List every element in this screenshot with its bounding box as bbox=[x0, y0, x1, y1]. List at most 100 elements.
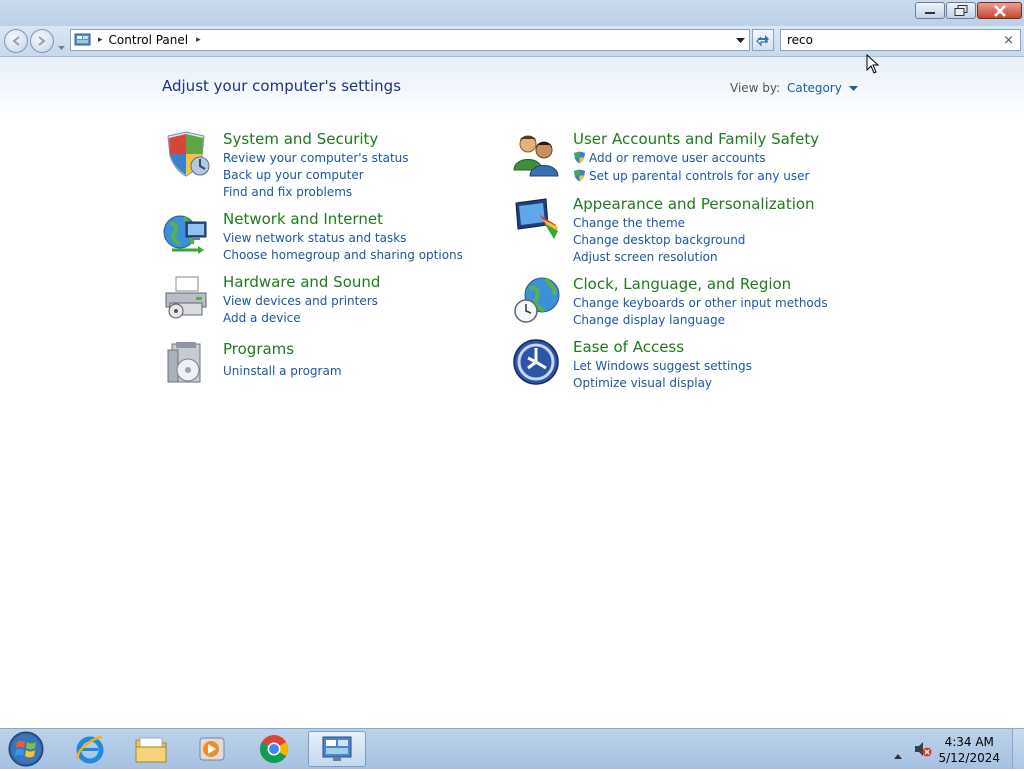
folder-icon bbox=[135, 737, 167, 763]
link-find-fix-problems[interactable]: Find and fix problems bbox=[223, 183, 409, 200]
printer-icon bbox=[165, 276, 207, 319]
navigation-bar: ▸ Control Panel ▸ reco × bbox=[0, 26, 1024, 57]
forward-button[interactable] bbox=[30, 29, 54, 53]
users-icon bbox=[513, 135, 559, 177]
uac-shield-icon bbox=[573, 151, 586, 164]
link-network-status[interactable]: View network status and tasks bbox=[223, 229, 463, 246]
clock-date: 5/12/2024 bbox=[938, 751, 1000, 765]
control-panel-icon bbox=[322, 736, 352, 761]
minimize-icon bbox=[925, 11, 935, 14]
category-title[interactable]: Hardware and Sound bbox=[223, 273, 380, 291]
search-input[interactable]: reco bbox=[787, 33, 1003, 47]
link-uninstall-program[interactable]: Uninstall a program bbox=[223, 362, 342, 379]
breadcrumb-separator-icon[interactable]: ▸ bbox=[98, 35, 103, 45]
programs-icon bbox=[167, 342, 201, 383]
globe-clock-icon bbox=[514, 277, 560, 323]
category-title[interactable]: System and Security bbox=[223, 130, 378, 148]
monitor-paint-icon bbox=[515, 198, 558, 239]
link-optimize-visual[interactable]: Optimize visual display bbox=[573, 374, 752, 391]
category-links: View devices and printers Add a device bbox=[223, 292, 378, 326]
link-keyboards-input[interactable]: Change keyboards or other input methods bbox=[573, 294, 828, 311]
control-panel-content: Adjust your computer's settings View by:… bbox=[0, 57, 1024, 728]
breadcrumb-control-panel[interactable]: Control Panel bbox=[109, 33, 189, 47]
search-box: reco × bbox=[780, 29, 1021, 51]
taskbar-control-panel[interactable] bbox=[308, 731, 366, 767]
volume-muted-button[interactable] bbox=[914, 741, 932, 761]
ease-of-access-icon bbox=[513, 339, 559, 385]
category-title[interactable]: Programs bbox=[223, 340, 294, 358]
minimize-button[interactable] bbox=[915, 2, 945, 19]
shield-icon bbox=[167, 131, 210, 177]
taskbar-file-explorer[interactable] bbox=[125, 731, 177, 767]
chevron-down-icon bbox=[736, 38, 745, 43]
show-hidden-icons-button[interactable] bbox=[894, 744, 902, 763]
start-button[interactable] bbox=[6, 731, 46, 767]
view-by-value: Category bbox=[787, 81, 842, 95]
control-panel-icon bbox=[74, 33, 91, 46]
link-desktop-background[interactable]: Change desktop background bbox=[573, 231, 745, 248]
close-icon bbox=[993, 4, 1006, 17]
category-links: View network status and tasks Choose hom… bbox=[223, 229, 463, 263]
speaker-muted-icon bbox=[915, 742, 932, 757]
chevron-down-icon bbox=[848, 86, 858, 91]
refresh-icon bbox=[756, 35, 769, 47]
back-arrow-icon bbox=[12, 36, 20, 46]
taskbar: 4:34 AM 5/12/2024 bbox=[0, 728, 1024, 769]
restore-button[interactable] bbox=[946, 2, 976, 19]
link-change-theme[interactable]: Change the theme bbox=[573, 214, 745, 231]
network-globe-icon bbox=[163, 215, 207, 254]
show-desktop-button[interactable] bbox=[1012, 729, 1024, 769]
link-review-status[interactable]: Review your computer's status bbox=[223, 149, 409, 166]
clear-search-button[interactable]: × bbox=[1003, 33, 1014, 48]
category-links: Change keyboards or other input methods … bbox=[573, 294, 828, 328]
link-text: Set up parental controls for any user bbox=[589, 168, 810, 183]
link-suggest-settings[interactable]: Let Windows suggest settings bbox=[573, 357, 752, 374]
category-links: Review your computer's status Back up yo… bbox=[223, 149, 409, 200]
breadcrumb-chevron-icon[interactable]: ▸ bbox=[196, 35, 201, 45]
mouse-cursor-icon bbox=[866, 54, 880, 74]
category-links: Change the theme Change desktop backgrou… bbox=[573, 214, 745, 265]
close-button[interactable] bbox=[977, 2, 1022, 19]
window-controls bbox=[914, 2, 1022, 19]
category-title[interactable]: Ease of Access bbox=[573, 338, 684, 356]
link-display-language[interactable]: Change display language bbox=[573, 311, 828, 328]
title-bar bbox=[0, 0, 1024, 26]
category-links: Add or remove user accounts Set up paren… bbox=[573, 149, 809, 184]
link-back-up[interactable]: Back up your computer bbox=[223, 166, 409, 183]
link-devices-printers[interactable]: View devices and printers bbox=[223, 292, 378, 309]
chevron-down-icon bbox=[58, 46, 65, 50]
chevron-up-icon bbox=[894, 754, 902, 759]
category-title[interactable]: Appearance and Personalization bbox=[573, 195, 815, 213]
category-links: Uninstall a program bbox=[223, 362, 342, 379]
media-player-icon bbox=[199, 737, 225, 761]
address-dropdown-button[interactable] bbox=[736, 33, 745, 47]
taskbar-internet-explorer[interactable] bbox=[64, 731, 116, 767]
link-parental-controls[interactable]: Set up parental controls for any user bbox=[573, 167, 809, 184]
category-title[interactable]: User Accounts and Family Safety bbox=[573, 130, 819, 148]
system-clock[interactable]: 4:34 AM 5/12/2024 bbox=[938, 734, 1000, 766]
taskbar-chrome[interactable] bbox=[248, 731, 300, 767]
link-add-device[interactable]: Add a device bbox=[223, 309, 378, 326]
page-title: Adjust your computer's settings bbox=[162, 77, 402, 95]
forward-arrow-icon bbox=[38, 36, 46, 46]
uac-shield-icon bbox=[573, 169, 586, 182]
back-button[interactable] bbox=[4, 29, 28, 53]
category-title[interactable]: Clock, Language, and Region bbox=[573, 275, 791, 293]
view-by-dropdown[interactable]: Category bbox=[787, 81, 858, 95]
address-bar[interactable]: ▸ Control Panel ▸ bbox=[70, 29, 750, 51]
link-screen-resolution[interactable]: Adjust screen resolution bbox=[573, 248, 745, 265]
link-add-remove-accounts[interactable]: Add or remove user accounts bbox=[573, 149, 809, 166]
refresh-button[interactable] bbox=[752, 29, 774, 51]
clock-time: 4:34 AM bbox=[944, 735, 994, 749]
internet-explorer-icon bbox=[76, 735, 104, 764]
restore-icon bbox=[954, 5, 968, 16]
taskbar-media-player[interactable] bbox=[186, 731, 238, 767]
category-links: Let Windows suggest settings Optimize vi… bbox=[573, 357, 752, 391]
recent-pages-dropdown[interactable] bbox=[57, 36, 66, 55]
category-title[interactable]: Network and Internet bbox=[223, 210, 383, 228]
link-text: Add or remove user accounts bbox=[589, 150, 766, 165]
chrome-icon bbox=[260, 735, 288, 763]
link-homegroup-sharing[interactable]: Choose homegroup and sharing options bbox=[223, 246, 463, 263]
windows-logo-icon bbox=[8, 731, 44, 767]
view-by-label: View by: bbox=[730, 81, 781, 95]
